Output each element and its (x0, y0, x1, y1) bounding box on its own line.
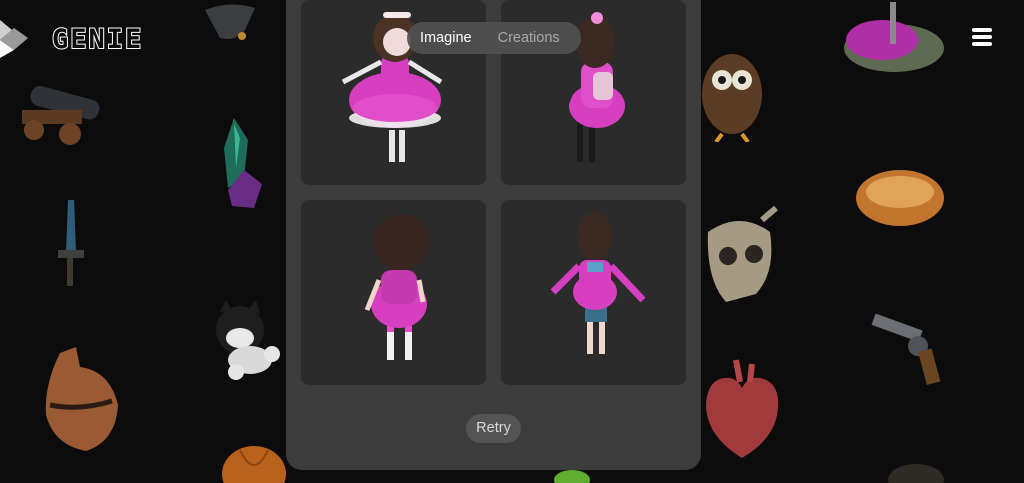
revolver-model (871, 314, 941, 385)
result-card-3[interactable] (301, 200, 486, 385)
logo-wordmark: GENIE (51, 23, 144, 56)
eagle-model (205, 4, 255, 40)
crystal-model (224, 118, 262, 208)
owl-model (702, 54, 762, 142)
tab-imagine[interactable]: Imagine (407, 22, 485, 54)
pumpkin-model (222, 446, 286, 483)
result-card-4[interactable] (501, 200, 686, 385)
logo-mark-icon (0, 20, 28, 58)
view-tab-switcher: Imagine Creations (407, 22, 581, 54)
hamburger-menu-icon[interactable] (972, 28, 992, 46)
dark-object-model (888, 464, 944, 483)
girl-doll-tpose-back-image (550, 212, 646, 354)
retry-button[interactable]: Retry (466, 414, 521, 443)
tab-creations[interactable]: Creations (485, 22, 573, 54)
wolf-mask-model (45, 347, 118, 451)
bread-model (856, 170, 944, 226)
cannon-model (22, 86, 100, 145)
girl-doll-back-image (364, 214, 429, 360)
flower-rock-model (844, 2, 944, 72)
skull-model (707, 206, 778, 302)
heart-model (706, 359, 779, 458)
sword-model (58, 200, 84, 286)
cat-toy-model (216, 300, 280, 380)
